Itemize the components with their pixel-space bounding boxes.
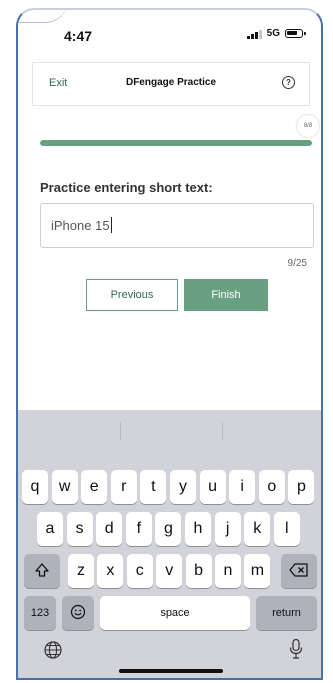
key-c[interactable]: c: [126, 554, 153, 588]
key-g[interactable]: g: [155, 512, 182, 546]
character-count: 9/25: [287, 258, 307, 269]
home-indicator: [119, 669, 223, 673]
key-j[interactable]: j: [214, 512, 241, 546]
key-n[interactable]: n: [215, 554, 241, 588]
suggestion-divider: [120, 422, 121, 440]
key-e[interactable]: e: [81, 470, 108, 504]
status-bar: 4:47 5G: [18, 10, 321, 56]
progress-bar: [40, 140, 312, 146]
space-key[interactable]: space: [100, 596, 250, 630]
suggestion-bar: [18, 410, 321, 450]
key-t[interactable]: t: [140, 470, 167, 504]
key-q[interactable]: q: [22, 470, 48, 504]
signal-icon: [247, 29, 262, 39]
key-p[interactable]: p: [288, 470, 315, 504]
numbers-key[interactable]: 123: [24, 596, 56, 630]
key-a[interactable]: a: [37, 512, 63, 546]
input-value: iPhone 15: [51, 218, 110, 233]
battery-icon: [285, 29, 306, 38]
key-b[interactable]: b: [185, 554, 212, 588]
return-key[interactable]: return: [256, 596, 317, 630]
network-label: 5G: [266, 28, 280, 39]
key-f[interactable]: f: [125, 512, 152, 546]
app-header: Exit DFengage Practice ?: [32, 62, 310, 106]
key-z[interactable]: z: [68, 554, 94, 588]
microphone-icon[interactable]: [288, 638, 304, 665]
key-x[interactable]: x: [97, 554, 124, 588]
key-i[interactable]: i: [229, 470, 256, 504]
key-s[interactable]: s: [66, 512, 93, 546]
emoji-key[interactable]: [62, 596, 94, 630]
progress-badge: 8/8: [297, 115, 319, 137]
key-r[interactable]: r: [110, 470, 137, 504]
suggestion-divider: [222, 422, 223, 440]
status-time: 4:47: [64, 28, 93, 44]
progress-fill: [40, 140, 312, 146]
status-indicators: 5G: [247, 28, 306, 39]
text-caret: [110, 217, 112, 233]
backspace-icon: [289, 563, 308, 577]
shift-key[interactable]: [24, 554, 60, 588]
key-m[interactable]: m: [244, 554, 271, 588]
shift-icon: [35, 563, 49, 577]
previous-button[interactable]: Previous: [86, 279, 178, 311]
question-prompt: Practice entering short text:: [40, 180, 213, 195]
key-k[interactable]: k: [244, 512, 271, 546]
emoji-icon: [70, 604, 86, 620]
key-h[interactable]: h: [185, 512, 211, 546]
backspace-key[interactable]: [281, 554, 317, 588]
key-l[interactable]: l: [273, 512, 300, 546]
globe-icon[interactable]: [43, 640, 63, 665]
help-icon[interactable]: ?: [282, 76, 295, 89]
key-u[interactable]: u: [199, 470, 226, 504]
short-text-input[interactable]: iPhone 15: [40, 203, 314, 248]
key-y[interactable]: y: [170, 470, 196, 504]
key-v[interactable]: v: [156, 554, 183, 588]
onscreen-keyboard: qwertyuiop asdfghjkl zxcvbnm 123 space ret…: [18, 410, 321, 678]
key-o[interactable]: o: [258, 470, 285, 504]
phone-screen: 4:47 5G Exit DFengage Practice ? 8/8 Pra…: [16, 8, 323, 680]
app-title: DFengage Practice: [125, 77, 217, 88]
finish-button[interactable]: Finish: [184, 279, 268, 311]
key-d[interactable]: d: [96, 512, 123, 546]
key-w[interactable]: w: [51, 470, 78, 504]
